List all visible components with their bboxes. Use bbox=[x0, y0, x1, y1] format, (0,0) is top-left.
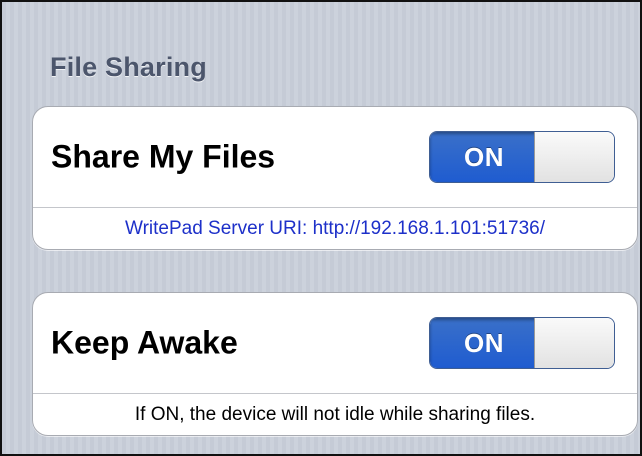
toggle-on-label: ON bbox=[464, 141, 504, 172]
share-files-label: Share My Files bbox=[51, 138, 276, 175]
toggle-on-label: ON bbox=[464, 327, 504, 358]
share-files-group: Share My Files ON WritePad Server URI: h… bbox=[32, 106, 638, 250]
server-uri-text[interactable]: WritePad Server URI: http://192.168.1.10… bbox=[125, 218, 545, 240]
settings-screen: File Sharing Share My Files ON WritePad … bbox=[0, 0, 642, 456]
keep-awake-group: Keep Awake ON If ON, the device will not… bbox=[32, 292, 638, 436]
toggle-knob bbox=[534, 132, 614, 182]
keep-awake-row: Keep Awake ON bbox=[33, 293, 637, 394]
keep-awake-note-row: If ON, the device will not idle while sh… bbox=[33, 394, 637, 435]
toggle-on-track: ON bbox=[430, 132, 538, 182]
share-files-row: Share My Files ON bbox=[33, 107, 637, 208]
toggle-knob bbox=[534, 318, 614, 368]
keep-awake-note: If ON, the device will not idle while sh… bbox=[134, 403, 536, 425]
server-uri-row: WritePad Server URI: http://192.168.1.10… bbox=[33, 208, 637, 249]
keep-awake-toggle[interactable]: ON bbox=[429, 317, 615, 369]
share-files-toggle[interactable]: ON bbox=[429, 131, 615, 183]
keep-awake-label: Keep Awake bbox=[51, 324, 238, 361]
section-header-file-sharing: File Sharing bbox=[50, 52, 207, 82]
toggle-on-track: ON bbox=[430, 318, 538, 368]
